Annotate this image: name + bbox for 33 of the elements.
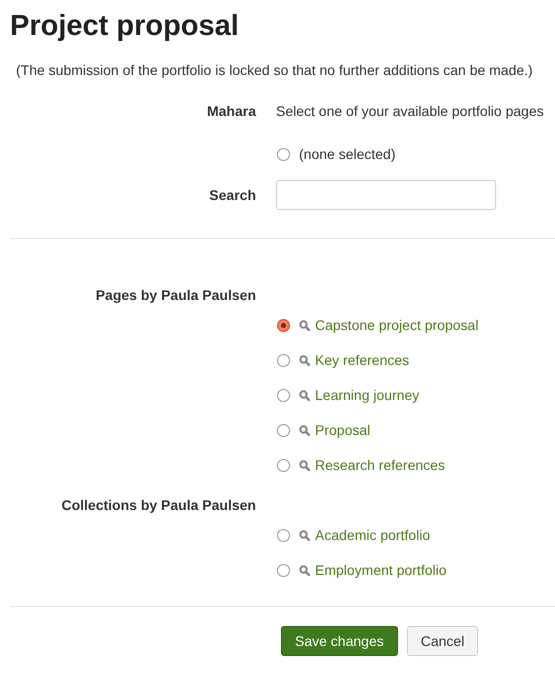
portfolio-link[interactable]: Key references <box>315 350 410 371</box>
radio-button[interactable] <box>277 529 290 542</box>
portfolio-link[interactable]: Academic portfolio <box>315 525 430 546</box>
field-label: Mahara <box>206 102 256 121</box>
radio-button[interactable] <box>277 354 290 367</box>
group-label: Collections by Paula Paulsen <box>61 496 256 515</box>
portfolio-link[interactable]: Employment portfolio <box>315 560 447 581</box>
search-icon[interactable] <box>299 565 310 576</box>
radio-button[interactable] <box>277 459 290 472</box>
portfolio-link[interactable]: Capstone project proposal <box>315 315 478 336</box>
page-title: Project proposal <box>9 9 239 44</box>
portfolio-link[interactable]: Learning journey <box>315 385 420 406</box>
option-label: (none selected) <box>299 145 396 164</box>
radio-button[interactable] <box>277 319 290 332</box>
radio-button[interactable] <box>277 424 290 437</box>
field-label: Search <box>209 186 256 204</box>
search-icon[interactable] <box>299 460 310 471</box>
radio-button[interactable] <box>277 564 290 577</box>
search-icon[interactable] <box>299 355 310 366</box>
portfolio-link[interactable]: Research references <box>315 455 445 476</box>
search-icon[interactable] <box>299 390 310 401</box>
radio-button[interactable] <box>277 148 290 161</box>
cancel-button[interactable]: Cancel <box>406 626 478 656</box>
search-icon[interactable] <box>299 320 310 331</box>
search-icon[interactable] <box>299 530 310 541</box>
save-button[interactable]: Save changes <box>281 626 398 656</box>
locked-notice: (The submission of the portfolio is locked so that no further additions can be made.) <box>16 62 533 78</box>
field-description: Select one of your available portfolio pages <box>276 103 544 119</box>
search-field[interactable] <box>276 180 496 210</box>
search-icon[interactable] <box>299 425 310 436</box>
group-label: Pages by Paula Paulsen <box>96 286 256 305</box>
portfolio-link[interactable]: Proposal <box>315 420 370 441</box>
radio-button[interactable] <box>277 389 290 402</box>
